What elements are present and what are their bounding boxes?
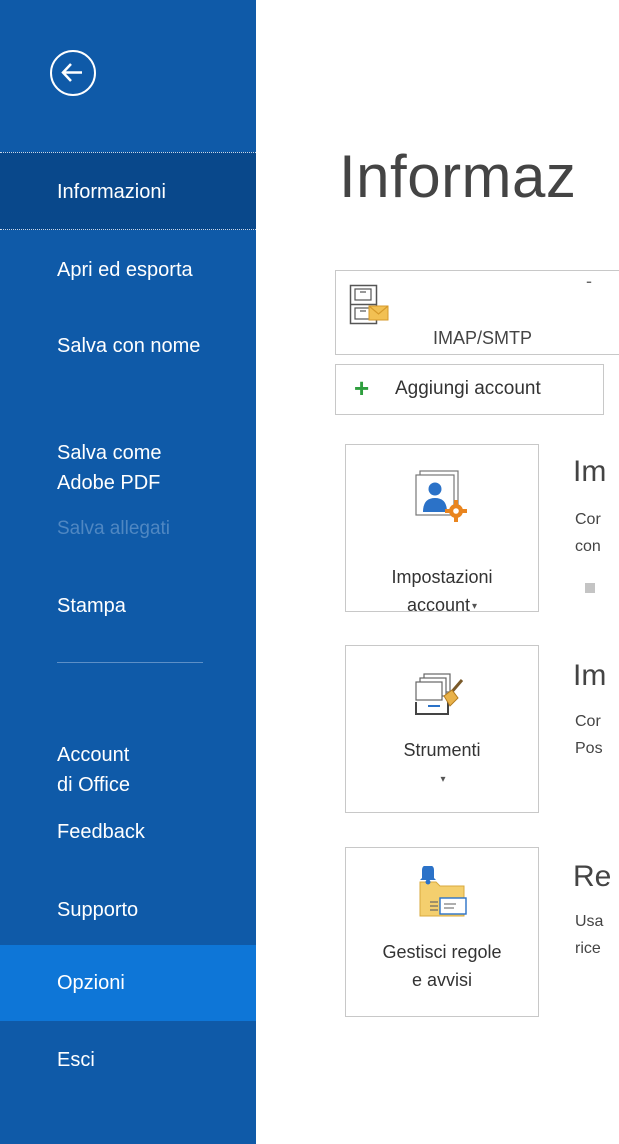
nav-support-label: Supporto bbox=[57, 899, 139, 921]
nav-exit[interactable]: Esci bbox=[0, 1045, 256, 1075]
plus-icon: + bbox=[354, 373, 370, 403]
account-name-dash: - bbox=[586, 271, 592, 291]
nav-info[interactable]: Informazioni bbox=[0, 152, 256, 230]
tools-heading: Im bbox=[573, 659, 607, 692]
manage-rules-alerts-label: Gestisci regole e avvisi bbox=[382, 942, 502, 990]
mailbox-cleanup-icon bbox=[415, 673, 464, 715]
account-settings-caret-icon: ▾ bbox=[472, 601, 478, 612]
tools-caret-icon: ▾ bbox=[440, 774, 446, 785]
account-selector[interactable]: - IMAP/SMTP bbox=[335, 270, 619, 355]
nav-feedback-label: Feedback bbox=[57, 821, 145, 843]
nav-save-adobe-pdf-label: Salva come Adobe PDF bbox=[57, 442, 162, 494]
add-account-button[interactable]: + Aggiungi account bbox=[335, 364, 604, 415]
back-arrow-icon bbox=[61, 63, 82, 82]
nav-print-label: Stampa bbox=[57, 595, 126, 617]
nav-save-as[interactable]: Salva con nome bbox=[0, 331, 256, 361]
account-settings-icon bbox=[415, 470, 467, 522]
nav-info-label: Informazioni bbox=[57, 181, 166, 203]
tools-label: Strumenti bbox=[403, 740, 481, 760]
account-settings-label: Impostazioni account bbox=[391, 567, 493, 615]
manage-rules-alerts-button[interactable]: Gestisci regole e avvisi bbox=[345, 847, 539, 1017]
nav-options-label: Opzioni bbox=[57, 972, 125, 994]
account-settings-description: Cor con bbox=[575, 511, 601, 555]
nav-print[interactable]: Stampa bbox=[0, 591, 256, 621]
nav-office-account[interactable]: Account di Office bbox=[0, 710, 256, 800]
info-page: Informaz - IMAP/SMTP + Aggiungi account bbox=[256, 0, 619, 1144]
page-title: Informaz bbox=[339, 143, 577, 210]
nav-options[interactable]: Opzioni bbox=[0, 945, 256, 1021]
nav-separator bbox=[57, 662, 203, 663]
tools-button[interactable]: Strumenti ▾ bbox=[345, 645, 539, 813]
add-account-label: Aggiungi account bbox=[395, 378, 541, 399]
tools-description: Cor Pos bbox=[575, 713, 603, 757]
nav-feedback[interactable]: Feedback bbox=[0, 817, 256, 847]
nav-office-account-label: Account di Office bbox=[57, 744, 130, 796]
rules-heading: Re bbox=[573, 860, 612, 893]
nav-exit-label: Esci bbox=[57, 1049, 95, 1071]
nav-support[interactable]: Supporto bbox=[0, 895, 256, 925]
nav-open-export-label: Apri ed esporta bbox=[57, 259, 193, 281]
nav-open-export[interactable]: Apri ed esporta bbox=[0, 255, 256, 285]
nav-save-attachments: Salva allegati bbox=[0, 514, 256, 544]
nav-save-as-label: Salva con nome bbox=[57, 335, 201, 357]
back-button[interactable] bbox=[50, 50, 96, 96]
rules-alerts-icon bbox=[419, 866, 467, 917]
account-settings-bullet bbox=[585, 583, 595, 593]
rules-description: Usa rice bbox=[575, 913, 604, 957]
account-type-label: IMAP/SMTP bbox=[433, 328, 533, 348]
mailbox-cabinet-icon bbox=[349, 284, 389, 325]
nav-save-adobe-pdf[interactable]: Salva come Adobe PDF bbox=[0, 408, 256, 498]
account-settings-button[interactable]: Impostazioni account ▾ bbox=[345, 444, 539, 615]
backstage-sidebar: Informazioni Apri ed esporta Salva con n… bbox=[0, 0, 256, 1144]
account-settings-heading: Im bbox=[573, 455, 607, 488]
nav-save-attachments-label: Salva allegati bbox=[57, 518, 171, 539]
